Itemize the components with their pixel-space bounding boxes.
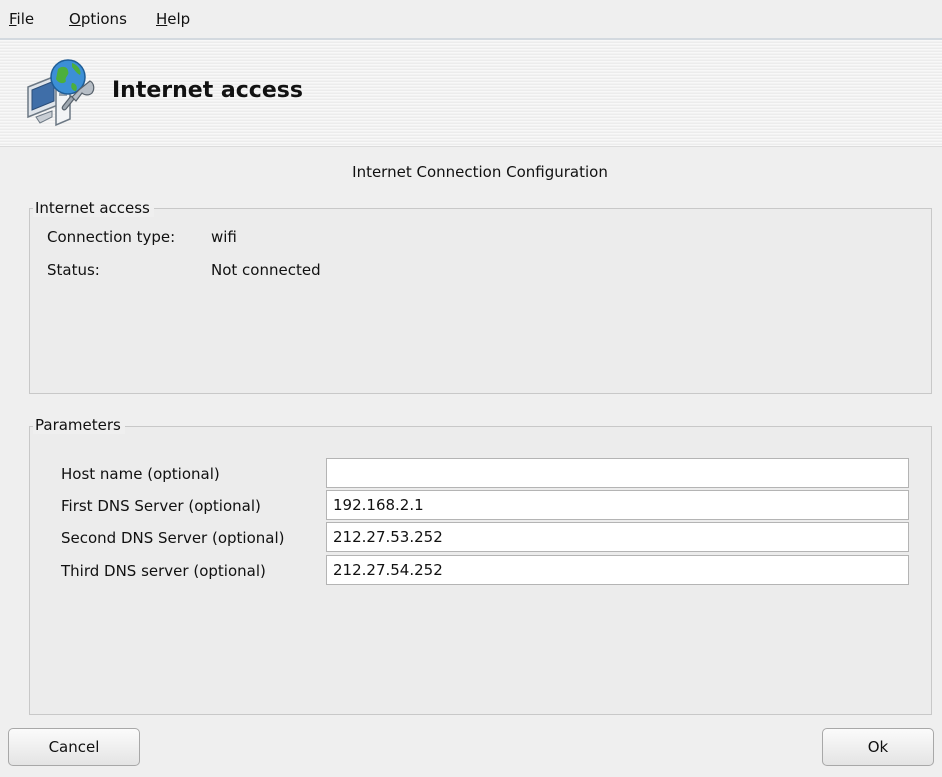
menu-bar: File Options Help	[0, 0, 942, 40]
header-banner: Internet access	[0, 40, 942, 147]
menu-help-mnemonic: H	[156, 10, 168, 28]
host-name-label: Host name (optional)	[61, 465, 220, 483]
dialog-subtitle: Internet Connection Configuration	[352, 163, 608, 181]
ok-button[interactable]: Ok	[822, 728, 934, 766]
second-dns-label: Second DNS Server (optional)	[61, 529, 285, 547]
menu-file-label: ile	[16, 10, 35, 28]
first-dns-input[interactable]	[326, 490, 909, 520]
status-label: Status:	[47, 261, 100, 279]
connection-type-value: wifi	[211, 228, 237, 246]
menu-options-mnemonic: O	[69, 10, 81, 28]
first-dns-label: First DNS Server (optional)	[61, 497, 261, 515]
host-name-input[interactable]	[326, 458, 909, 488]
connection-type-label: Connection type:	[47, 228, 176, 246]
third-dns-label: Third DNS server (optional)	[61, 562, 266, 580]
third-dns-input[interactable]	[326, 555, 909, 585]
menu-file-mnemonic: F	[9, 10, 17, 28]
menu-help[interactable]: Help	[156, 10, 190, 28]
network-wrench-icon	[27, 59, 95, 127]
parameters-legend: Parameters	[33, 416, 125, 434]
status-value: Not connected	[211, 261, 321, 279]
menu-help-label: elp	[167, 10, 191, 28]
menu-options[interactable]: Options	[69, 10, 127, 28]
menu-options-label: ptions	[80, 10, 127, 28]
cancel-button[interactable]: Cancel	[8, 728, 140, 766]
second-dns-input[interactable]	[326, 522, 909, 552]
page-title: Internet access	[112, 78, 303, 103]
internet-access-legend: Internet access	[33, 199, 154, 217]
menu-file[interactable]: File	[9, 10, 34, 28]
